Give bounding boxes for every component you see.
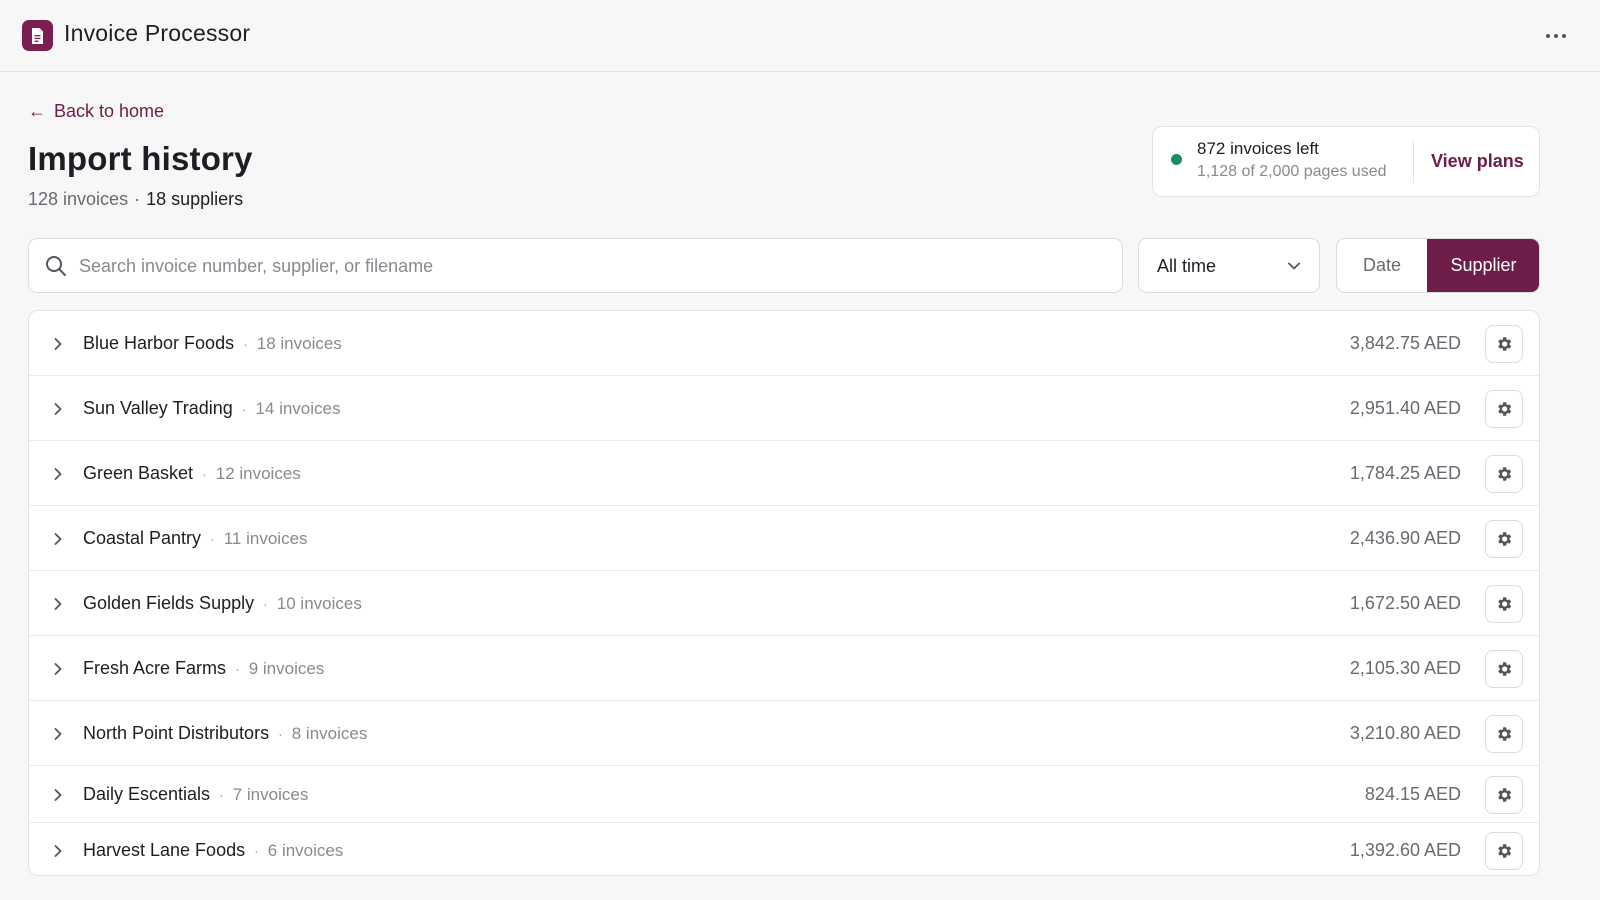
supplier-total-amount: 824.15 AED [1364, 784, 1461, 804]
row-separator: · [219, 787, 224, 803]
row-separator: · [243, 336, 248, 352]
supplier-invoice-count: 14 invoices [255, 399, 341, 418]
supplier-row[interactable]: Coastal Pantry · 11 invoices 2,436.90 AED [29, 506, 1539, 571]
supplier-row[interactable]: Fresh Acre Farms · 9 invoices 2,105.30 AED [29, 636, 1539, 701]
search-input[interactable] [79, 249, 1109, 283]
arrow-left-icon: ← [28, 101, 46, 121]
supplier-total-amount: 1,672.50 AED [1349, 593, 1461, 613]
search-box [28, 238, 1123, 293]
supplier-name: Golden Fields Supply [83, 593, 255, 613]
document-icon [22, 20, 53, 51]
view-plans-link[interactable]: View plans [1431, 151, 1524, 172]
group-by-toggle: Date Supplier [1336, 238, 1540, 293]
supplier-invoice-count: 10 invoices [276, 594, 362, 613]
supplier-total-amount: 3,842.75 AED [1349, 333, 1461, 353]
gear-icon[interactable] [1485, 585, 1523, 623]
supplier-row[interactable]: Harvest Lane Foods · 6 invoices 1,392.60 AE… [29, 823, 1539, 875]
group-by-supplier-button[interactable]: Supplier [1427, 239, 1539, 292]
row-separator: · [235, 661, 240, 677]
supplier-total-amount: 2,105.30 AED [1349, 658, 1461, 678]
app-header: Invoice Processor [0, 0, 1600, 72]
chevron-right-icon[interactable] [51, 467, 65, 486]
supplier-name: Coastal Pantry [83, 528, 202, 548]
supplier-total-amount: 1,784.25 AED [1349, 463, 1461, 483]
invoices-left: 872 invoices left [1197, 139, 1319, 158]
time-range-value: All time [1157, 256, 1217, 276]
supplier-name: Green Basket [83, 463, 194, 483]
usage-card: 872 invoices left 1,128 of 2,000 pages u… [1152, 126, 1540, 197]
chevron-right-icon[interactable] [51, 337, 65, 356]
time-range-select[interactable]: All time [1138, 238, 1320, 293]
supplier-invoice-count: 11 invoices [223, 529, 308, 548]
supplier-name: Sun Valley Trading [83, 398, 233, 418]
row-separator: · [241, 401, 247, 417]
supplier-row[interactable]: Sun Valley Trading · 14 invoices 2,951.40 A… [29, 376, 1539, 441]
back-to-home-link[interactable]: ← Back to home [28, 101, 164, 122]
chevron-right-icon[interactable] [51, 788, 65, 807]
row-separator: · [263, 596, 268, 612]
gear-icon[interactable] [1485, 650, 1523, 688]
page-summary: 128 invoices · 18 suppliers [28, 189, 243, 210]
supplier-invoice-count: 7 invoices [232, 785, 309, 804]
gear-icon[interactable] [1485, 520, 1523, 558]
status-dot-icon [1171, 154, 1182, 165]
chevron-right-icon[interactable] [51, 402, 65, 421]
chevron-right-icon[interactable] [51, 597, 65, 616]
pages-used: 1,128 of 2,000 pages used [1197, 163, 1387, 180]
supplier-list: Blue Harbor Foods · 18 invoices 3,842.75 AE… [28, 310, 1540, 876]
row-separator: · [278, 726, 283, 742]
supplier-row[interactable]: Green Basket · 12 invoices 1,784.25 AED [29, 441, 1539, 506]
supplier-invoice-count: 18 invoices [256, 334, 342, 353]
search-icon [45, 255, 67, 282]
back-link-label: Back to home [54, 101, 165, 121]
supplier-total-amount: 2,951.40 AED [1349, 398, 1461, 418]
supplier-row[interactable]: Golden Fields Supply · 10 invoices 1,672.50… [29, 571, 1539, 636]
more-options-icon[interactable] [1540, 22, 1572, 50]
supplier-name: Harvest Lane Foods [83, 840, 246, 860]
supplier-invoice-count: 9 invoices [248, 659, 325, 678]
chevron-right-icon[interactable] [51, 532, 65, 551]
supplier-name: North Point Distributors [83, 723, 270, 743]
supplier-count: 18 suppliers [146, 189, 244, 209]
chevron-right-icon[interactable] [51, 662, 65, 681]
gear-icon[interactable] [1485, 715, 1523, 753]
chevron-right-icon[interactable] [51, 727, 65, 746]
gear-icon[interactable] [1485, 832, 1523, 870]
supplier-invoice-count: 12 invoices [215, 464, 301, 483]
chevron-right-icon[interactable] [51, 844, 65, 863]
supplier-row[interactable]: Blue Harbor Foods · 18 invoices 3,842.75 AE… [29, 311, 1539, 376]
supplier-name: Fresh Acre Farms [83, 658, 227, 678]
row-separator: · [210, 531, 215, 547]
chevron-down-icon [1287, 259, 1301, 278]
supplier-name: Daily Escentials [83, 784, 211, 804]
supplier-invoice-count: 8 invoices [291, 724, 368, 743]
group-by-date-button[interactable]: Date [1337, 239, 1427, 292]
supplier-row[interactable]: Daily Escentials · 7 invoices 824.15 AED [29, 766, 1539, 823]
usage-divider [1413, 141, 1414, 183]
supplier-invoice-count: 6 invoices [267, 841, 344, 860]
gear-icon[interactable] [1485, 776, 1523, 814]
page-title: Import history [28, 140, 253, 177]
gear-icon[interactable] [1485, 390, 1523, 428]
supplier-row[interactable]: North Point Distributors · 8 invoices 3,210… [29, 701, 1539, 766]
supplier-total-amount: 2,436.90 AED [1349, 528, 1461, 548]
row-separator: · [202, 466, 207, 482]
gear-icon[interactable] [1485, 325, 1523, 363]
app-title: Invoice Processor [64, 20, 251, 46]
supplier-total-amount: 3,210.80 AED [1349, 723, 1461, 743]
gear-icon[interactable] [1485, 455, 1523, 493]
row-separator: · [254, 843, 259, 859]
supplier-total-amount: 1,392.60 AED [1349, 840, 1461, 860]
supplier-name: Blue Harbor Foods [83, 333, 235, 353]
summary-separator: · [134, 189, 141, 209]
invoice-count: 128 invoices [28, 189, 129, 209]
